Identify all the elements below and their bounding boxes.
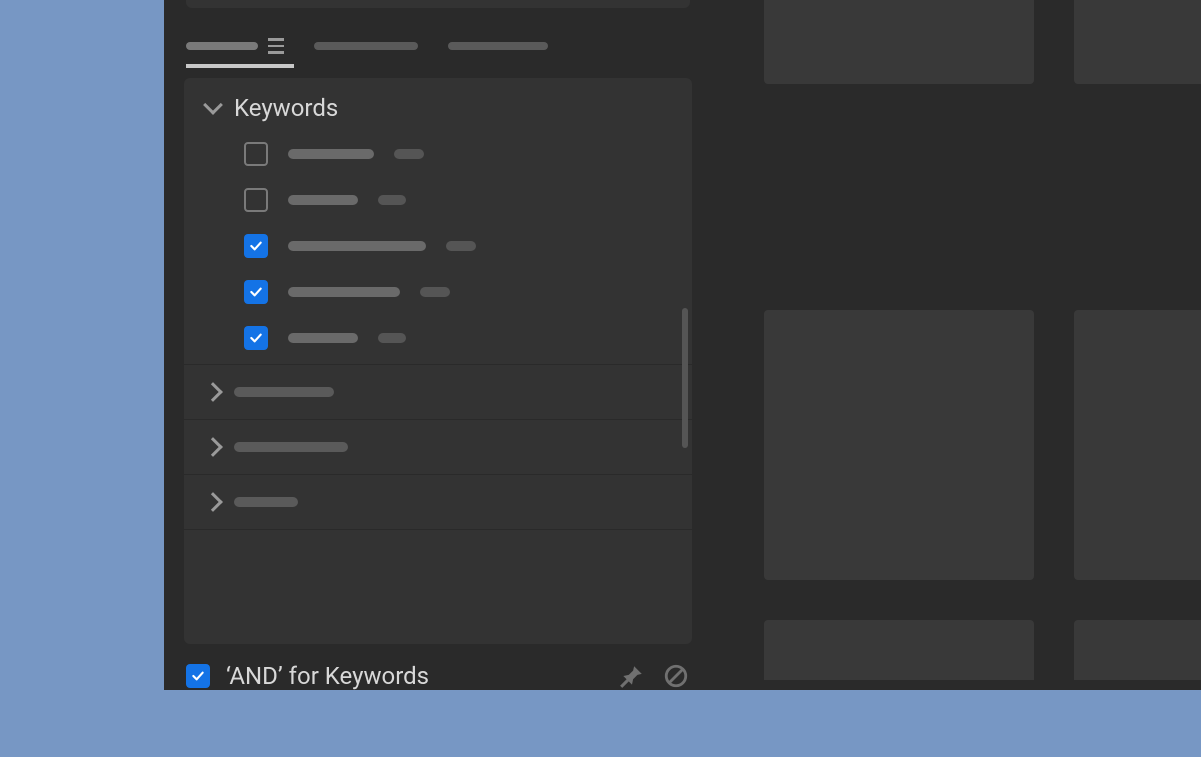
keyword-label <box>288 287 400 297</box>
keyword-checkbox[interactable] <box>244 234 268 258</box>
keyword-count <box>446 241 476 251</box>
tab-1-label <box>186 42 258 50</box>
keyword-count <box>378 195 406 205</box>
and-label: ‘AND’ for Keywords <box>226 662 602 690</box>
section-label <box>234 387 334 397</box>
thumbnail[interactable] <box>764 620 1034 680</box>
keyword-count <box>378 333 406 343</box>
keyword-row <box>244 234 670 258</box>
filter-card: Keywords <box>184 78 692 645</box>
thumbnail-grid <box>764 0 1201 680</box>
keyword-checkbox[interactable] <box>244 188 268 212</box>
check-icon <box>248 238 264 254</box>
thumbnail[interactable] <box>764 310 1034 580</box>
check-icon <box>248 284 264 300</box>
keyword-row <box>244 280 670 304</box>
tab-2-label <box>314 42 418 50</box>
keywords-header[interactable]: Keywords <box>184 78 692 138</box>
chevron-right-icon <box>203 382 223 402</box>
tab-3[interactable] <box>448 42 548 50</box>
filter-panel: Keywords ‘AND’ for Keywords <box>164 0 712 690</box>
keyword-label <box>288 195 358 205</box>
clear-icon[interactable] <box>662 662 690 690</box>
chevron-down-icon <box>203 95 223 115</box>
thumbnail[interactable] <box>1074 0 1201 84</box>
collapsed-section <box>184 420 692 475</box>
section-label <box>234 442 348 452</box>
tab-1[interactable] <box>186 38 284 54</box>
chevron-right-icon <box>203 437 223 457</box>
pin-icon[interactable] <box>618 662 646 690</box>
footer-row: ‘AND’ for Keywords <box>184 644 692 690</box>
keyword-checkbox[interactable] <box>244 280 268 304</box>
keyword-row <box>244 326 670 350</box>
scrollbar-thumb[interactable] <box>682 308 688 448</box>
list-icon <box>268 38 284 54</box>
section-label <box>234 497 298 507</box>
thumbnail[interactable] <box>1074 620 1201 680</box>
check-icon <box>248 330 264 346</box>
keyword-label <box>288 149 374 159</box>
keyword-row <box>244 188 670 212</box>
keyword-count <box>394 149 424 159</box>
keyword-label <box>288 241 426 251</box>
collapsed-section <box>184 365 692 420</box>
collapsed-section-header[interactable] <box>184 475 692 529</box>
keyword-count <box>420 287 450 297</box>
collapsed-top-card <box>186 0 690 8</box>
tab-3-label <box>448 42 548 50</box>
thumbnail[interactable] <box>1074 310 1201 580</box>
app-window: Keywords ‘AND’ for Keywords <box>164 0 1201 690</box>
keyword-row <box>244 142 670 166</box>
collapsed-section <box>184 475 692 530</box>
collapsed-section-header[interactable] <box>184 365 692 419</box>
keyword-label <box>288 333 358 343</box>
and-checkbox[interactable] <box>186 664 210 688</box>
chevron-right-icon <box>203 492 223 512</box>
keyword-checkbox[interactable] <box>244 326 268 350</box>
keywords-list <box>184 138 692 364</box>
keyword-checkbox[interactable] <box>244 142 268 166</box>
tab-2[interactable] <box>314 42 418 50</box>
check-icon <box>190 668 206 684</box>
collapsed-section-header[interactable] <box>184 420 692 474</box>
keywords-section: Keywords <box>184 78 692 365</box>
content-grid-panel <box>712 0 1201 690</box>
tabs-row <box>184 38 692 60</box>
thumbnail[interactable] <box>764 0 1034 84</box>
keywords-title: Keywords <box>234 94 338 122</box>
